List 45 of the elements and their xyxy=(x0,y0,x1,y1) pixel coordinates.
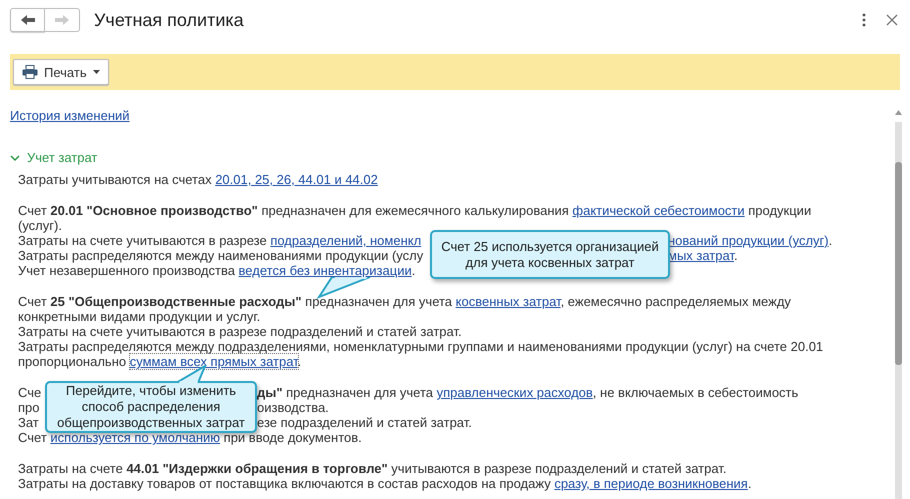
print-button[interactable]: Печать xyxy=(13,59,109,85)
back-arrow-icon xyxy=(20,15,34,25)
caret-icon xyxy=(92,70,100,74)
accounts-link[interactable]: 20.01, 25, 26, 44.01 и 44.02 xyxy=(215,172,378,187)
text-line: Затраты на счете учитываются в разрезе подразделений и статей затрат. xyxy=(18,324,462,339)
callout: Счет 25 используется организацией для учета косвенных затрат xyxy=(430,230,670,279)
link[interactable]: сразу, в периоде возникновения xyxy=(554,476,748,491)
text-line: Сче xyxy=(18,385,42,400)
text-line: Затраты на счете 44.01 "Издержки обращения в торговле" учитываются в разрезе подразделений и статей затрат. xyxy=(18,461,726,476)
text-line: Счет 20.01 "Основное производство" предназначен для ежемесячного калькулирования фактической себестоимости продукции xyxy=(18,203,812,218)
text-line: Счет используется по умолчанию при вводе документов. xyxy=(18,430,362,445)
scrollbar-thumb[interactable] xyxy=(895,162,902,365)
history-link[interactable]: История изменений xyxy=(10,108,130,123)
forward-arrow-icon xyxy=(55,15,69,25)
text-line: Зат xyxy=(18,415,39,430)
text-line: Затраты распределяются между наименованиями продукции (услу xyxy=(18,248,424,263)
link[interactable]: используется по умолчанию xyxy=(50,430,220,445)
text-line: Затраты учитываются на счетах 20.01, 25, 26, 44.01 и 44.02 xyxy=(18,172,378,187)
text-line: Счет 25 "Общепроизводственные расходы" предназначен для учета косвенных затрат, ежемесячно распределяемых между xyxy=(18,294,791,309)
text-line: Учет незавершенного производства ведется без инвентаризации. xyxy=(18,263,416,278)
scroll-up-icon[interactable] xyxy=(895,110,902,115)
printer-icon xyxy=(22,65,38,79)
text-line: езе подразделений и статей затрат. xyxy=(257,415,472,430)
text-line: ды" предназначен для учета управленческих расходов, не включаемых в себестоимость xyxy=(257,385,798,400)
window-title: Учетная политика xyxy=(94,10,244,30)
section-header[interactable]: Учет затрат xyxy=(10,150,887,166)
more-menu-icon[interactable] xyxy=(862,13,866,27)
text-line: Затраты на доставку товаров от поставщика включаются в состав расходов на продажу сразу, в периоде возникновения. xyxy=(18,476,752,491)
close-icon[interactable] xyxy=(886,14,898,26)
link[interactable]: подразделений, номенкл xyxy=(270,233,422,248)
text-line: Затраты на счете учитываются в разрезе подразделений, номенкл xyxy=(18,233,422,248)
text-line: пропорционально суммам всех прямых затрат. xyxy=(18,354,302,369)
text-line: оизводства. xyxy=(257,400,329,415)
text-line: Затраты распределяются между подразделениями, номенклатурными группами и наименованиями продукции (услуг) на счете 20.01 xyxy=(18,339,824,354)
link[interactable]: суммам всех прямых затрат xyxy=(130,354,298,369)
text-line: нований продукции (услуг). xyxy=(668,233,832,248)
text-line: про xyxy=(18,400,40,415)
back-button[interactable] xyxy=(10,8,45,32)
link[interactable]: ведется без инвентаризации xyxy=(238,263,412,278)
link[interactable]: управленческих расходов xyxy=(436,385,593,400)
link[interactable]: нований продукции (услуг) xyxy=(668,233,829,248)
link[interactable]: косвенных затрат xyxy=(456,294,561,309)
text-line: (услуг). xyxy=(18,218,62,233)
link[interactable]: фактической себестоимости xyxy=(572,203,745,218)
text-line: конкретными видами продукции и услуг. xyxy=(18,309,260,324)
